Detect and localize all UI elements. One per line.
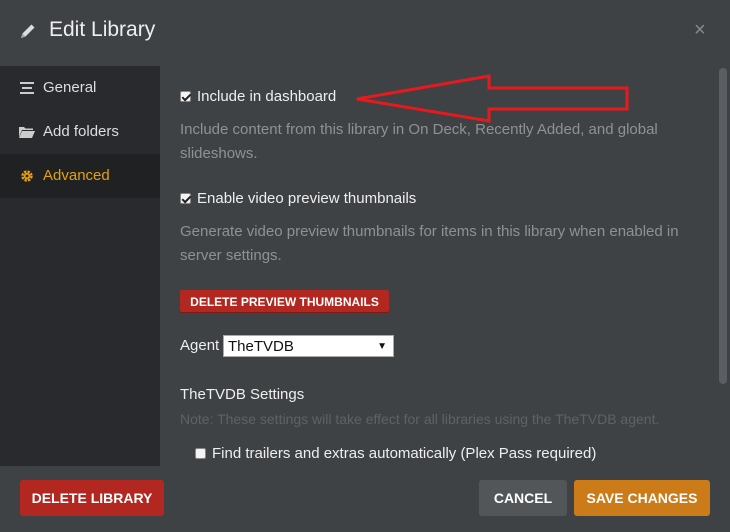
video-preview-help-line-1: Generate video preview thumbnails for it… [180, 223, 679, 240]
scrollbar-thumb[interactable] [719, 68, 727, 384]
include-dashboard-option[interactable]: Include in dashboard [180, 88, 336, 105]
content-scrollbar[interactable] [716, 66, 730, 466]
delete-library-button[interactable]: DELETE LIBRARY [20, 480, 164, 516]
video-preview-option[interactable]: Enable video preview thumbnails [180, 190, 416, 207]
video-preview-help-line-2: server settings. [180, 247, 282, 264]
pencil-icon [21, 24, 35, 38]
include-dashboard-checkbox[interactable] [180, 91, 191, 102]
delete-preview-thumbnails-button[interactable]: DELETE PREVIEW THUMBNAILS [180, 290, 389, 313]
find-trailers-option[interactable]: Find trailers and extras automatically (… [195, 445, 596, 462]
close-icon[interactable]: × [694, 20, 710, 40]
folder-icon [18, 123, 36, 141]
gear-icon [18, 167, 36, 185]
dropdown-caret-icon: ▼ [377, 341, 387, 352]
dialog-footer: DELETE LIBRARY CANCEL SAVE CHANGES [0, 466, 730, 532]
video-preview-checkbox[interactable] [180, 193, 191, 204]
video-preview-label: Enable video preview thumbnails [197, 190, 417, 207]
sidebar-item-label: Advanced [43, 167, 110, 184]
find-trailers-label: Find trailers and extras automatically (… [212, 445, 597, 462]
agent-selected-value: TheTVDB [228, 338, 294, 355]
dialog-header: Edit Library × [0, 0, 730, 66]
agent-label: Agent [180, 337, 220, 354]
include-dashboard-label: Include in dashboard [197, 88, 337, 105]
sidebar-item-advanced[interactable]: Advanced [0, 154, 160, 198]
sidebar: General Add folders Advanced [0, 66, 160, 466]
cancel-button[interactable]: CANCEL [479, 480, 567, 516]
sidebar-item-general[interactable]: General [0, 66, 160, 110]
list-icon [18, 79, 36, 97]
agent-settings-title: TheTVDB Settings [180, 386, 305, 403]
dialog-title: Edit Library [49, 18, 156, 41]
agent-select[interactable]: TheTVDB ▼ [223, 335, 394, 357]
find-trailers-checkbox[interactable] [195, 448, 206, 459]
sidebar-item-label: Add folders [43, 123, 119, 140]
agent-settings-note: Note: These settings will take effect fo… [180, 411, 660, 427]
include-dashboard-help-line-1: Include content from this library in On … [180, 121, 658, 138]
advanced-settings-panel: Include in dashboard Include content fro… [160, 66, 716, 466]
sidebar-item-add-folders[interactable]: Add folders [0, 110, 160, 154]
save-changes-button[interactable]: SAVE CHANGES [574, 480, 710, 516]
edit-library-dialog: Edit Library × General Add folders Advan… [0, 0, 730, 532]
sidebar-item-label: General [43, 79, 97, 96]
include-dashboard-help-line-2: slideshows. [180, 145, 258, 162]
